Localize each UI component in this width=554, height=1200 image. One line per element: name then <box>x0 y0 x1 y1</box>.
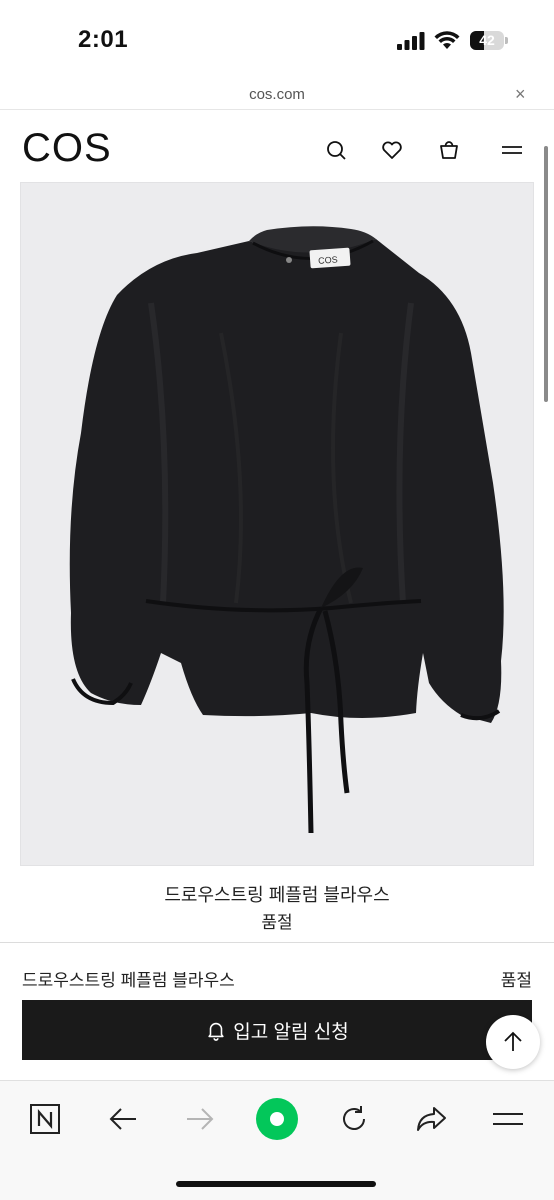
product-status: 품절 <box>261 913 293 932</box>
status-time: 2:01 <box>78 26 129 53</box>
naver-n-icon[interactable] <box>25 1099 65 1139</box>
divider <box>0 942 554 943</box>
arrow-up-icon <box>504 1031 522 1051</box>
status-bar: 2:01 42 <box>0 0 554 80</box>
back-arrow-icon[interactable] <box>103 1099 143 1139</box>
url-text[interactable]: cos.com <box>0 86 554 103</box>
product-name: 드로우스트링 페플럼 블라우스 <box>164 885 390 905</box>
home-indicator <box>176 1181 376 1187</box>
bell-icon <box>208 1022 224 1041</box>
product-image[interactable]: COS <box>20 182 534 866</box>
cos-logo[interactable]: COS <box>22 126 112 171</box>
sticky-product-status: 품절 <box>500 971 532 990</box>
blouse-photo: COS <box>69 226 504 834</box>
site-header: COS <box>0 110 554 182</box>
cellular-signal-icon <box>397 32 425 50</box>
browser-url-bar[interactable]: cos.com × <box>0 80 554 110</box>
battery-level: 42 <box>479 32 495 48</box>
page-scrollbar[interactable] <box>544 146 548 402</box>
close-icon[interactable]: × <box>515 84 526 105</box>
svg-text:COS: COS <box>318 254 338 265</box>
forward-arrow-icon[interactable] <box>180 1099 220 1139</box>
menu-icon[interactable] <box>488 1099 528 1139</box>
reload-icon[interactable] <box>334 1099 374 1139</box>
heart-icon[interactable] <box>380 138 404 162</box>
restock-notify-label: 입고 알림 신청 <box>233 1021 349 1043</box>
search-icon[interactable] <box>324 138 348 162</box>
scroll-to-top-button[interactable] <box>486 1015 540 1069</box>
battery-icon: 42 <box>470 31 508 50</box>
share-icon[interactable] <box>411 1099 451 1139</box>
wifi-icon <box>434 31 460 49</box>
restock-notify-button[interactable]: 입고 알림 신청 <box>22 1000 532 1060</box>
green-home-icon[interactable] <box>254 1096 300 1142</box>
sticky-product-name: 드로우스트링 페플럼 블라우스 <box>22 971 235 990</box>
menu-icon[interactable] <box>500 138 524 162</box>
shopping-bag-icon[interactable] <box>437 138 461 162</box>
